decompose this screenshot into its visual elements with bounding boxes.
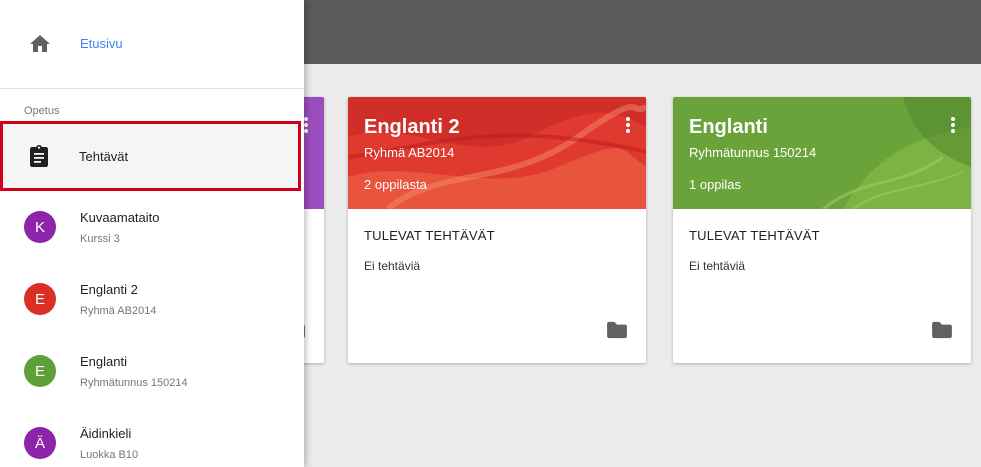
card-student-count[interactable]: 2 oppilasta: [364, 177, 427, 192]
class-avatar: Ä: [24, 427, 56, 459]
card-no-assignments: Ei tehtäviä: [689, 259, 746, 273]
card-title[interactable]: Englanti 2: [364, 117, 630, 137]
card-header: Englanti Ryhmätunnus 150214 1 oppilas: [673, 97, 971, 209]
class-subtitle: Luokka B10: [80, 448, 139, 461]
card-header: Englanti 2 Ryhmä AB2014 2 oppilasta: [348, 97, 646, 209]
class-subtitle: Ryhmätunnus 150214: [80, 376, 188, 389]
drawer-item-todo[interactable]: Tehtävät: [0, 121, 301, 191]
folder-icon[interactable]: [931, 321, 953, 339]
class-avatar: K: [24, 211, 56, 243]
drawer-item-home[interactable]: Etusivu: [0, 0, 304, 89]
class-card-englanti-2[interactable]: Englanti 2 Ryhmä AB2014 2 oppilasta TULE…: [348, 97, 646, 363]
card-menu-icon[interactable]: [620, 115, 636, 135]
card-menu-icon[interactable]: [945, 115, 961, 135]
class-title: Äidinkieli: [80, 425, 132, 441]
drawer-item-class[interactable]: E Englanti Ryhmätunnus 150214: [0, 335, 304, 407]
card-section: Ryhmä AB2014: [364, 145, 455, 160]
clipboard-icon: [30, 145, 48, 167]
drawer-section-label: Opetus: [24, 105, 60, 117]
class-subtitle: Kurssi 3: [80, 232, 120, 245]
card-no-assignments: Ei tehtäviä: [364, 259, 421, 273]
card-title[interactable]: Englanti: [689, 117, 955, 137]
class-avatar: E: [24, 283, 56, 315]
drawer-item-class[interactable]: Ä Äidinkieli Luokka B10: [0, 407, 304, 467]
card-upcoming-heading: TULEVAT TEHTÄVÄT: [364, 228, 495, 243]
class-avatar: E: [24, 355, 56, 387]
class-card-englanti[interactable]: Englanti Ryhmätunnus 150214 1 oppilas TU…: [673, 97, 971, 363]
home-label: Etusivu: [80, 35, 123, 51]
card-upcoming-heading: TULEVAT TEHTÄVÄT: [689, 228, 820, 243]
drawer-item-class[interactable]: K Kuvaamataito Kurssi 3: [0, 191, 304, 263]
card-section: Ryhmätunnus 150214: [689, 145, 817, 160]
class-title: Kuvaamataito: [80, 209, 160, 225]
card-student-count[interactable]: 1 oppilas: [689, 177, 741, 192]
class-title: Englanti: [80, 353, 127, 369]
navigation-drawer: Etusivu Opetus Tehtävät K Kuvaamataito K…: [0, 0, 304, 467]
class-title: Englanti 2: [80, 281, 138, 297]
home-icon: [30, 35, 50, 52]
drawer-item-class[interactable]: E Englanti 2 Ryhmä AB2014: [0, 263, 304, 335]
folder-icon[interactable]: [606, 321, 628, 339]
todo-label: Tehtävät: [79, 148, 129, 164]
class-subtitle: Ryhmä AB2014: [80, 304, 157, 317]
